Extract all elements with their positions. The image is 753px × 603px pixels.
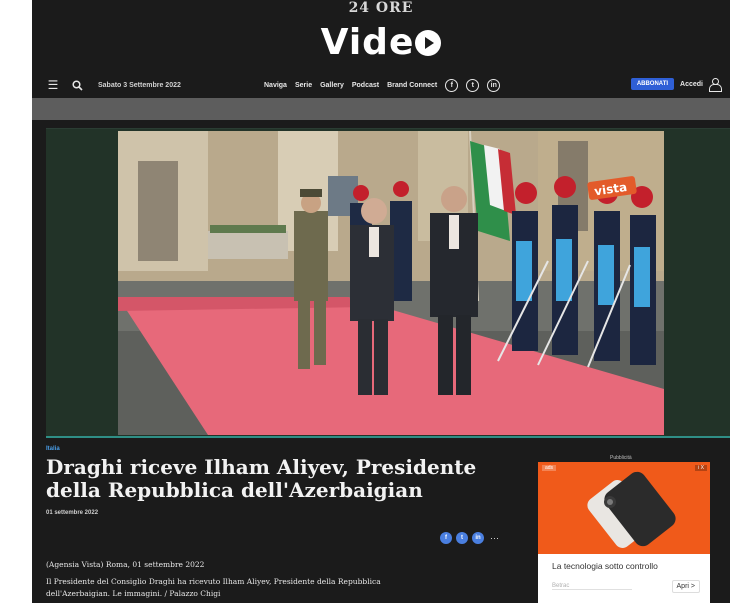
hamburger-menu-icon[interactable]: ☰ <box>46 78 60 92</box>
article: Italia Draghi riceve Ilham Aliyev, Presi… <box>46 446 526 598</box>
play-logo-icon <box>415 30 442 56</box>
article-body: Il Presidente del Consiglio Draghi ha ri… <box>46 576 506 600</box>
nav-link-naviga[interactable]: Naviga <box>264 82 287 89</box>
article-body-line: Il Presidente del Consiglio Draghi ha ri… <box>46 577 381 586</box>
subscribe-button[interactable]: ABBONATI <box>630 78 675 90</box>
nav-links: Naviga Serie Gallery Podcast Brand Conne… <box>264 79 501 92</box>
video-player[interactable]: vista <box>118 131 664 435</box>
nav-link-gallery[interactable]: Gallery <box>320 82 344 89</box>
ad-logo: ads <box>542 465 557 471</box>
video-frame: vista <box>118 131 664 435</box>
video-player-area: vista <box>46 128 730 436</box>
linkedin-icon[interactable]: in <box>487 79 501 92</box>
share-buttons: f t in ··· <box>440 532 499 544</box>
article-lead: (Agensia Vista) Roma, 01 settembre 2022 <box>46 560 205 569</box>
article-kicker[interactable]: Italia <box>46 446 526 452</box>
brand-video-text: Vide <box>320 22 415 63</box>
ad-label: Pubblicità <box>610 455 632 461</box>
nav-right: ABBONATI Accedi <box>630 78 722 92</box>
nav-link-serie[interactable]: Serie <box>295 82 312 89</box>
share-linkedin-icon[interactable]: in <box>472 532 484 544</box>
ad-input[interactable]: Betrac <box>552 583 632 590</box>
video-progress-bar[interactable] <box>46 436 730 438</box>
top-nav: ☰ Sabato 3 Settembre 2022 Naviga Serie G… <box>32 76 730 96</box>
twitter-icon[interactable]: t <box>466 79 480 92</box>
share-twitter-icon[interactable]: t <box>456 532 468 544</box>
current-date: Sabato 3 Settembre 2022 <box>98 81 181 89</box>
ad-image: ads i X <box>538 462 710 554</box>
brand-logo-small[interactable]: 24 ORE <box>32 0 730 16</box>
user-icon[interactable] <box>709 78 722 92</box>
nav-left: ☰ Sabato 3 Settembre 2022 <box>46 78 181 92</box>
search-icon[interactable] <box>70 78 84 92</box>
article-date: 01 settembre 2022 <box>46 510 99 516</box>
masthead: 24 ORE Vide ☰ Sabato 3 Settembre 2022 Na… <box>32 0 730 98</box>
ad-title: La tecnologia sotto controllo <box>552 561 658 571</box>
ad-open-button[interactable]: Apri > <box>671 580 700 593</box>
article-headline: Draghi riceve Ilham Aliyev, Presidente d… <box>46 455 477 502</box>
brand-logo-video[interactable]: Vide <box>32 22 730 63</box>
nav-link-brand-connect[interactable]: Brand Connect <box>387 82 437 89</box>
phone-case-image <box>538 462 710 554</box>
share-more-icon[interactable]: ··· <box>490 533 499 543</box>
login-link[interactable]: Accedi <box>680 81 703 88</box>
header-divider-band <box>32 98 730 120</box>
nav-link-podcast[interactable]: Podcast <box>352 82 379 89</box>
ad-close-icon[interactable]: i X <box>695 465 707 471</box>
facebook-icon[interactable]: f <box>445 79 459 92</box>
page: 24 ORE Vide ☰ Sabato 3 Settembre 2022 Na… <box>32 0 730 603</box>
share-facebook-icon[interactable]: f <box>440 532 452 544</box>
advertisement[interactable]: ads i X La tecnologia sotto controllo Be… <box>538 462 710 603</box>
article-body-line: dell'Azerbaigian. Le immagini. / Palazzo… <box>46 589 221 598</box>
